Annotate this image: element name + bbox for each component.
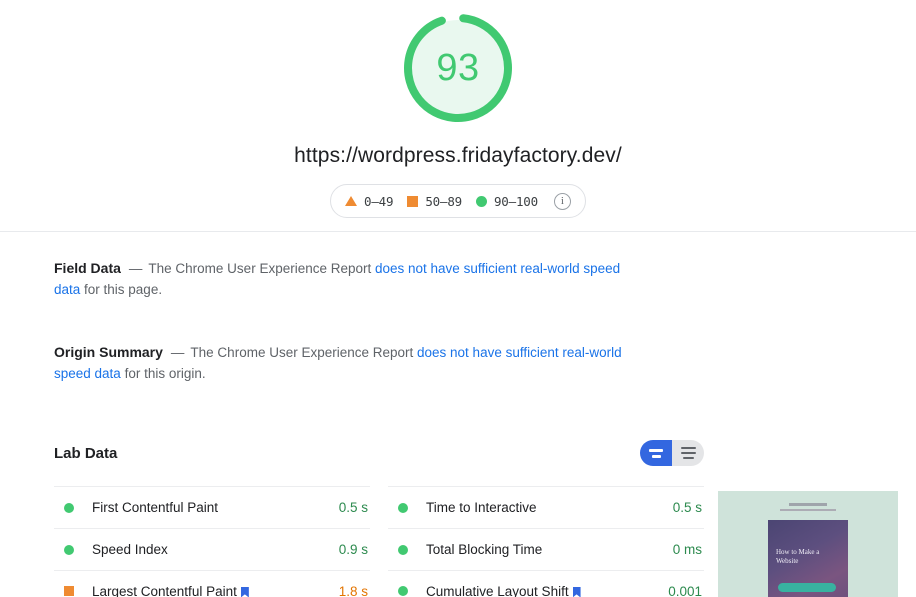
metric-value: 0.9 s	[338, 542, 368, 557]
metric-label: Speed Index	[92, 542, 339, 557]
table-row[interactable]: First Contentful Paint 0.5 s	[54, 486, 370, 528]
table-row[interactable]: Speed Index 0.9 s	[54, 528, 370, 570]
report-header: 93 https://wordpress.fridayfactory.dev/ …	[0, 0, 916, 232]
metrics-column-right: Time to Interactive 0.5 s Total Blocking…	[388, 486, 704, 597]
circle-icon	[64, 544, 74, 555]
metric-value: 0.001	[668, 583, 702, 597]
metric-label-text: Cumulative Layout Shift	[426, 583, 569, 597]
core-web-vitals-flag-icon	[240, 586, 249, 597]
legend-range-average-label: 50–89	[425, 193, 462, 209]
circle-icon	[398, 544, 408, 555]
metric-label-text: Total Blocking Time	[426, 542, 543, 557]
table-row[interactable]: Total Blocking Time 0 ms	[388, 528, 704, 570]
metric-label: Total Blocking Time	[426, 542, 673, 557]
lab-metrics: First Contentful Paint 0.5 s Speed Index…	[54, 486, 704, 597]
legend-range-poor-label: 0–49	[364, 193, 394, 209]
circle-icon	[398, 586, 408, 596]
metrics-column-left: First Contentful Paint 0.5 s Speed Index…	[54, 486, 370, 597]
circle-icon	[398, 502, 408, 513]
field-data-text-after: for this page.	[80, 282, 163, 297]
origin-summary-dash: —	[170, 345, 185, 360]
circle-icon	[475, 195, 487, 207]
performance-score-gauge: 93	[400, 10, 516, 126]
legend-range-poor: 0–49	[345, 193, 394, 209]
thumbnail-site-header	[718, 491, 898, 511]
field-data-section: Field Data — The Chrome User Experience Re…	[54, 258, 639, 300]
warning-triangle-icon	[345, 196, 358, 206]
metric-value: 0.5 s	[338, 500, 368, 515]
metric-label: Largest Contentful Paint	[92, 584, 339, 597]
compact-line-1	[649, 448, 663, 452]
expanded-line-1	[680, 447, 696, 449]
thumbnail-hero-button	[778, 583, 836, 592]
metric-value: 0 ms	[672, 542, 702, 557]
lab-data-title: Lab Data	[54, 444, 118, 462]
metric-label-text: Time to Interactive	[426, 500, 537, 515]
table-row[interactable]: Cumulative Layout Shift 0.001	[388, 570, 704, 597]
compact-view-button[interactable]	[640, 440, 672, 466]
thumbnail-hero-card: How to Make a Website	[768, 520, 848, 597]
field-data-title: Field Data	[54, 260, 121, 276]
page-screenshot-thumbnail: How to Make a Website	[718, 491, 898, 597]
score-legend: 0–49 50–89 90–100 i	[330, 184, 586, 218]
metric-label-text: First Contentful Paint	[92, 500, 219, 515]
report-content: Field Data — The Chrome User Experience Re…	[54, 258, 714, 597]
expanded-line-2	[680, 452, 696, 454]
thumbnail-hero-title: How to Make a Website	[776, 548, 820, 565]
legend-range-good: 90–100	[475, 193, 538, 209]
origin-summary-text-after: for this origin.	[120, 366, 206, 381]
lab-data-view-toggle[interactable]	[640, 440, 704, 466]
expanded-view-button[interactable]	[672, 440, 704, 466]
compact-line-2	[651, 454, 661, 458]
expanded-line-3	[682, 457, 694, 459]
metric-label: First Contentful Paint	[92, 500, 339, 515]
info-icon[interactable]: i	[553, 192, 571, 210]
metric-label-text: Largest Contentful Paint	[92, 583, 237, 597]
origin-summary-section: Origin Summary — The Chrome User Experienc…	[54, 342, 639, 384]
metric-value: 1.8 s	[338, 583, 368, 597]
table-row[interactable]: Largest Contentful Paint 1.8 s	[54, 570, 370, 597]
field-data-text-before: The Chrome User Experience Report	[148, 261, 375, 276]
square-icon	[407, 195, 419, 207]
field-data-dash: —	[128, 261, 143, 276]
lab-data-header: Lab Data	[54, 440, 704, 466]
metric-label-text: Speed Index	[92, 542, 168, 557]
circle-icon	[64, 502, 74, 513]
origin-summary-title: Origin Summary	[54, 344, 163, 360]
thumbnail-logo-placeholder	[789, 503, 827, 506]
report-body: Field Data — The Chrome User Experience Re…	[0, 232, 916, 597]
legend-range-average: 50–89	[407, 194, 462, 209]
metric-label: Time to Interactive	[426, 500, 673, 515]
thumbnail-tagline-placeholder	[780, 509, 836, 511]
core-web-vitals-flag-icon	[572, 586, 581, 597]
metric-value: 0.5 s	[672, 500, 702, 515]
origin-summary-text-before: The Chrome User Experience Report	[190, 345, 418, 360]
square-icon	[64, 586, 74, 596]
performance-score-value: 93	[436, 46, 480, 89]
metric-label: Cumulative Layout Shift	[426, 584, 668, 597]
analyzed-url: https://wordpress.fridayfactory.dev/	[294, 144, 622, 167]
table-row[interactable]: Time to Interactive 0.5 s	[388, 486, 704, 528]
legend-range-good-label: 90–100	[493, 193, 538, 209]
